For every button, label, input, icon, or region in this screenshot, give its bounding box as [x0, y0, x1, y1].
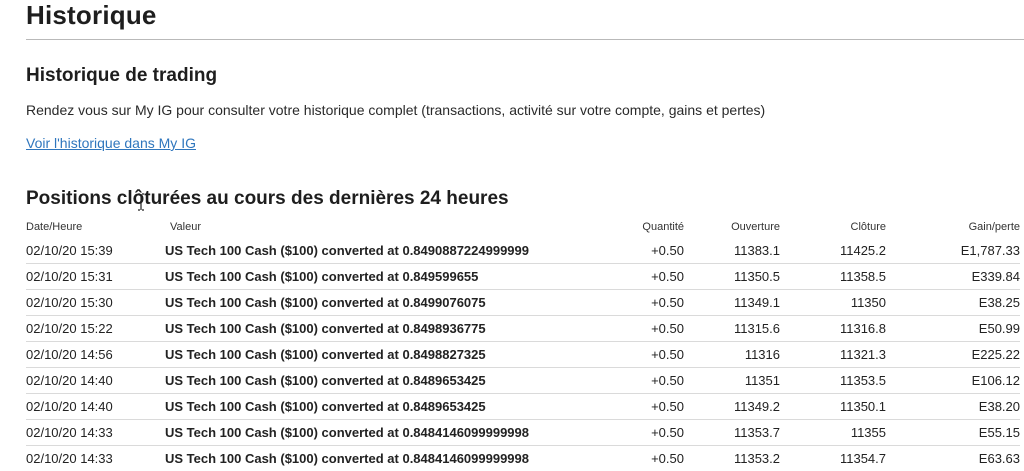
cell-open: 11316 — [684, 341, 780, 368]
cell-close: 11321.3 — [780, 341, 886, 368]
table-row[interactable]: 02/10/20 15:22 US Tech 100 Cash ($100) co… — [26, 315, 1020, 342]
trading-history-description: Rendez vous sur My IG pour consulter vot… — [26, 102, 766, 118]
cell-open: 11315.6 — [684, 315, 780, 342]
cell-open: 11349.2 — [684, 393, 780, 420]
cell-quantity: +0.50 — [586, 263, 684, 290]
cell-gain: E50.99 — [886, 315, 1020, 342]
cell-value: US Tech 100 Cash ($100) converted at 0.8… — [165, 243, 529, 258]
table-row[interactable]: 02/10/20 15:30 US Tech 100 Cash ($100) co… — [26, 289, 1020, 316]
cell-date: 02/10/20 15:22 — [26, 315, 165, 342]
cell-gain: E339.84 — [886, 263, 1020, 290]
cell-value: US Tech 100 Cash ($100) converted at 0.8… — [165, 341, 586, 368]
cell-value: US Tech 100 Cash ($100) converted at 0.8… — [165, 289, 586, 316]
cell-date: 02/10/20 14:40 — [26, 367, 165, 394]
view-history-link[interactable]: Voir l'historique dans My IG — [26, 135, 196, 151]
cell-open: 11350.5 — [684, 263, 780, 290]
cell-value: US Tech 100 Cash ($100) converted at 0.8… — [165, 263, 586, 290]
column-header-open[interactable]: Ouverture — [684, 216, 780, 238]
text-cursor-icon — [138, 193, 144, 211]
cell-value: US Tech 100 Cash ($100) converted at 0.8… — [165, 367, 586, 394]
cell-gain: E106.12 — [886, 367, 1020, 394]
cell-quantity: +0.50 — [651, 243, 684, 258]
cell-quantity: +0.50 — [586, 445, 684, 471]
cell-gain: E1,787.33 — [960, 243, 1020, 258]
cell-quantity: +0.50 — [586, 341, 684, 368]
page-title: Historique — [26, 0, 157, 30]
closed-positions-table: Date/Heure Valeur Quantité Ouverture Clô… — [26, 216, 1020, 471]
cell-gain: E38.20 — [886, 393, 1020, 420]
table-row[interactable]: 02/10/20 14:40 US Tech 100 Cash ($100) co… — [26, 393, 1020, 420]
cell-close: 11350.1 — [780, 393, 886, 420]
cell-gain: E225.22 — [886, 341, 1020, 368]
cell-close: 11358.5 — [780, 263, 886, 290]
cell-quantity: +0.50 — [586, 393, 684, 420]
cell-close: 11316.8 — [780, 315, 886, 342]
cell-date: 02/10/20 15:31 — [26, 263, 165, 290]
cell-open: 11349.1 — [684, 289, 780, 316]
cell-gain: E63.63 — [886, 445, 1020, 471]
cell-gain: E55.15 — [886, 419, 1020, 446]
cell-open: 11353.7 — [684, 419, 780, 446]
cell-open: 11383.1 — [733, 243, 780, 258]
cell-close: 11353.5 — [780, 367, 886, 394]
cell-date: 02/10/20 15:39 — [26, 243, 113, 258]
cell-value: US Tech 100 Cash ($100) converted at 0.8… — [165, 445, 586, 471]
cell-date: 02/10/20 14:33 — [26, 445, 165, 471]
table-row[interactable]: 02/10/20 14:33 US Tech 100 Cash ($100) co… — [26, 445, 1020, 471]
cell-date: 02/10/20 15:30 — [26, 289, 165, 316]
column-header-quantity[interactable]: Quantité — [586, 216, 684, 238]
cell-close: 11425.2 — [839, 243, 886, 258]
cell-quantity: +0.50 — [586, 315, 684, 342]
cell-close: 11355 — [780, 419, 886, 446]
cell-value: US Tech 100 Cash ($100) converted at 0.8… — [165, 315, 586, 342]
trading-history-title: Historique de trading — [26, 65, 218, 86]
column-header-gain[interactable]: Gain/perte — [886, 216, 1020, 238]
table-row[interactable]: 02/10/20 15:39 US Tech 100 Cash ($100) co… — [26, 238, 1020, 264]
cell-close: 11354.7 — [780, 445, 886, 471]
column-header-close[interactable]: Clôture — [780, 216, 886, 238]
table-header-row: Date/Heure Valeur Quantité Ouverture Clô… — [26, 216, 1020, 238]
table-row[interactable]: 02/10/20 15:31 US Tech 100 Cash ($100) co… — [26, 263, 1020, 290]
closed-positions-title: Positions clôturées au cours des dernièr… — [26, 188, 509, 209]
cell-value: US Tech 100 Cash ($100) converted at 0.8… — [165, 419, 586, 446]
cell-open: 11353.2 — [684, 445, 780, 471]
cell-date: 02/10/20 14:33 — [26, 419, 165, 446]
cell-quantity: +0.50 — [586, 367, 684, 394]
column-header-value[interactable]: Valeur — [165, 216, 586, 238]
cell-close: 11350 — [780, 289, 886, 316]
cell-quantity: +0.50 — [586, 419, 684, 446]
table-row[interactable]: 02/10/20 14:40 US Tech 100 Cash ($100) co… — [26, 367, 1020, 394]
column-header-date[interactable]: Date/Heure — [26, 216, 165, 238]
table-row[interactable]: 02/10/20 14:56 US Tech 100 Cash ($100) co… — [26, 341, 1020, 368]
cell-date: 02/10/20 14:40 — [26, 393, 165, 420]
cell-gain: E38.25 — [886, 289, 1020, 316]
table-row[interactable]: 02/10/20 14:33 US Tech 100 Cash ($100) co… — [26, 419, 1020, 446]
cell-date: 02/10/20 14:56 — [26, 341, 165, 368]
cell-open: 11351 — [684, 367, 780, 394]
title-divider — [26, 39, 1024, 40]
cell-quantity: +0.50 — [586, 289, 684, 316]
cell-value: US Tech 100 Cash ($100) converted at 0.8… — [165, 393, 586, 420]
